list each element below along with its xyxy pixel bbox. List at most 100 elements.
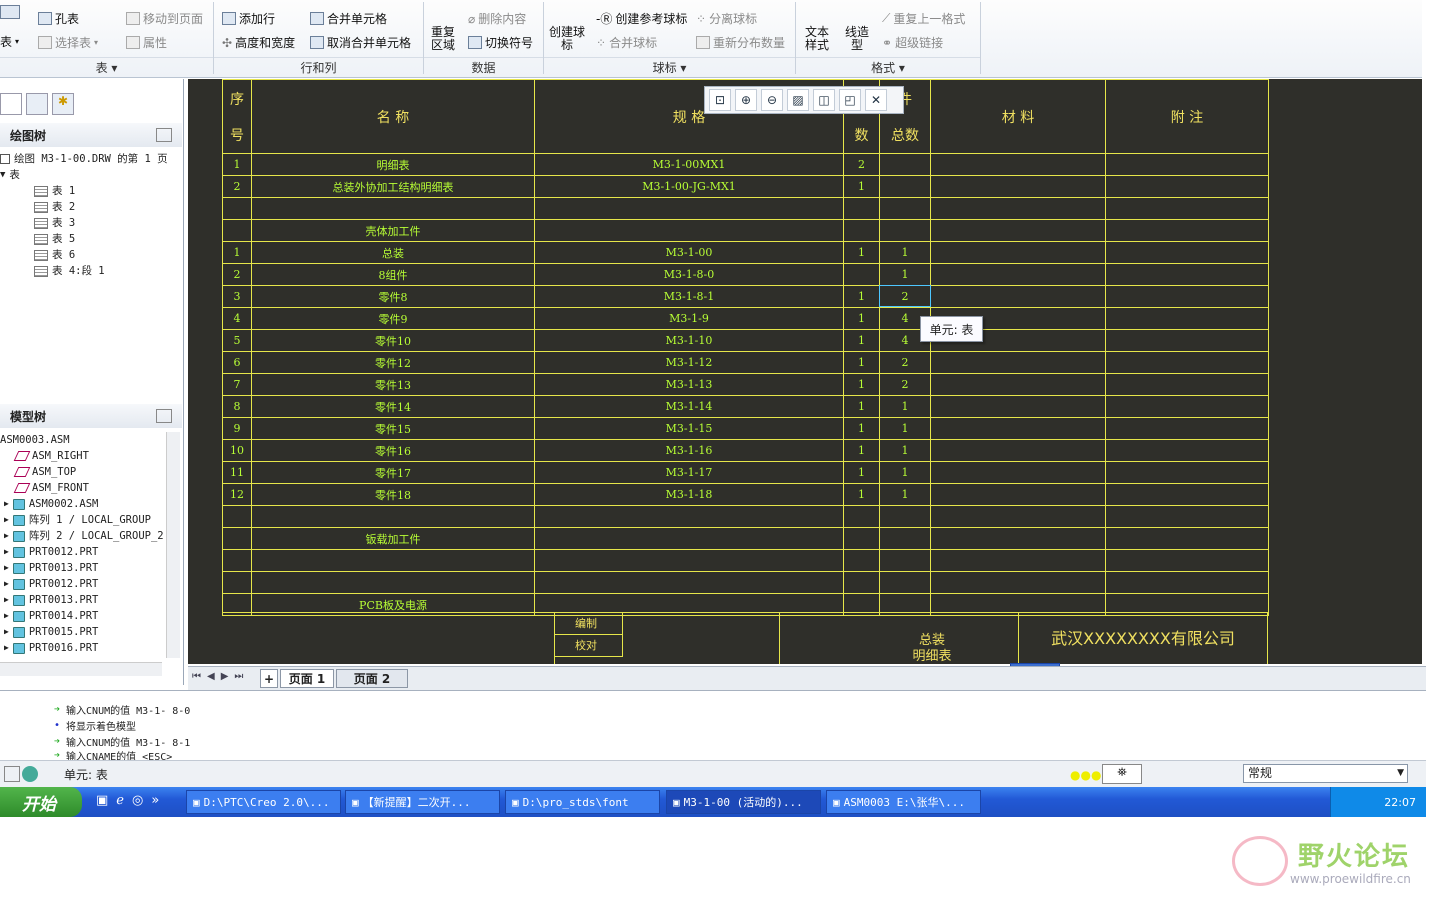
table-cell[interactable]: 1 xyxy=(843,307,880,330)
line-style-button[interactable]: 线造 型 xyxy=(842,26,872,52)
table-cell[interactable] xyxy=(879,527,931,550)
table-cell[interactable] xyxy=(534,505,844,528)
taskbar-item[interactable]: ▣ ASM0003 E:\张华\... xyxy=(826,790,981,814)
table-cell[interactable]: M3-1-18 xyxy=(534,483,844,506)
table-cell[interactable]: M3-1-8-0 xyxy=(534,263,844,286)
start-button[interactable]: 开始 xyxy=(0,787,82,817)
table-cell[interactable] xyxy=(930,373,1106,396)
quick-launch-icons[interactable]: ▣ℯ◎» xyxy=(96,793,167,808)
table-cell[interactable]: 1 xyxy=(879,263,931,286)
table-cell[interactable]: 1 xyxy=(843,241,880,264)
table-cell[interactable] xyxy=(251,549,535,572)
table-cell[interactable] xyxy=(1105,549,1269,572)
table-cell[interactable] xyxy=(1105,527,1269,550)
table-cell[interactable] xyxy=(1105,373,1269,396)
table-cell[interactable]: 2 xyxy=(843,153,880,176)
model-tree-item[interactable]: ASM_FRONT xyxy=(0,480,165,496)
table-cell[interactable]: 2 xyxy=(222,263,252,286)
table-cell[interactable] xyxy=(930,197,1106,220)
model-tree-item[interactable]: ▶ PRT0013.PRT xyxy=(0,592,165,608)
table-cell[interactable]: 零件14 xyxy=(251,395,535,418)
table-cell[interactable]: M3-1-00 xyxy=(534,241,844,264)
model-tree-item[interactable]: ▶ PRT0012.PRT xyxy=(0,544,165,560)
table-cell[interactable]: 1 xyxy=(843,439,880,462)
table-cell[interactable]: 1 xyxy=(879,483,931,506)
table-cell[interactable]: 1 xyxy=(843,175,880,198)
group-format[interactable]: 格式 ▾ xyxy=(796,57,980,77)
drawing-tree-root[interactable]: 绘图 M3-1-00.DRW 的第 1 页 xyxy=(0,151,168,167)
table-cell[interactable]: 10 xyxy=(222,439,252,462)
table-cell[interactable] xyxy=(1105,505,1269,528)
table-cell[interactable]: M3-1-10 xyxy=(534,329,844,352)
table-dropdown[interactable]: 表 ▾ xyxy=(0,33,19,50)
repeat-region-button[interactable]: 重复 区域 xyxy=(428,26,458,52)
delete-content-button[interactable]: ⌀ 删除内容 xyxy=(468,10,526,27)
table-cell[interactable] xyxy=(843,527,880,550)
select-table-button[interactable]: 选择表 ▾ xyxy=(38,34,98,51)
table-cell[interactable]: 零件16 xyxy=(251,439,535,462)
table-cell[interactable] xyxy=(930,417,1106,440)
model-tree-item[interactable]: ASM_TOP xyxy=(0,464,165,480)
edit-cell[interactable]: 编制 xyxy=(555,613,623,635)
table-cell[interactable] xyxy=(1105,263,1269,286)
model-tree-item[interactable]: ▶ 阵列 2 / LOCAL_GROUP_2 xyxy=(0,528,165,544)
table-cell[interactable]: 总装 xyxy=(251,241,535,264)
model-tree-item[interactable]: ASM_RIGHT xyxy=(0,448,165,464)
header-material[interactable]: 材 料 xyxy=(930,79,1106,154)
layers-tab-icon[interactable] xyxy=(26,93,48,115)
table-cell[interactable]: 1 xyxy=(879,439,931,462)
table-cell[interactable] xyxy=(930,219,1106,242)
table-cell[interactable] xyxy=(534,197,844,220)
table-cell[interactable] xyxy=(930,527,1106,550)
table-cell[interactable] xyxy=(930,483,1106,506)
model-tree-item[interactable]: ▶ PRT0014.PRT xyxy=(0,608,165,624)
table-cell[interactable]: 1 xyxy=(879,241,931,264)
table-cell[interactable] xyxy=(1105,219,1269,242)
taskbar-item[interactable]: ▣ D:\PTC\Creo 2.0\... xyxy=(186,790,341,814)
table-cell[interactable]: 1 xyxy=(843,483,880,506)
table-cell[interactable] xyxy=(222,549,252,572)
model-tree-item[interactable]: ▶ PRT0012.PRT xyxy=(0,576,165,592)
table-cell[interactable] xyxy=(1105,175,1269,198)
table-cell[interactable]: 8组件 xyxy=(251,263,535,286)
table-cell[interactable]: M3-1-00MX1 xyxy=(534,153,844,176)
tree-settings-icon[interactable] xyxy=(156,128,172,142)
table-cell[interactable] xyxy=(879,549,931,572)
tab-page-1[interactable]: 页面 1 xyxy=(280,669,334,688)
table-cell[interactable]: 零件12 xyxy=(251,351,535,374)
table-cell[interactable]: M3-1-13 xyxy=(534,373,844,396)
table-cell[interactable]: 1 xyxy=(222,241,252,264)
model-tree-item[interactable]: ▶ PRT0016.PRT xyxy=(0,640,165,656)
model-tree-item[interactable]: ▶ 阵列 1 / LOCAL_GROUP xyxy=(0,512,165,528)
header-name[interactable]: 名 称 xyxy=(251,79,535,154)
drawing-tree-item[interactable]: 表 3 xyxy=(0,215,168,231)
drawing-name[interactable]: 总装 明细表 xyxy=(882,633,982,664)
table-cell[interactable]: 1 xyxy=(843,395,880,418)
company-name[interactable]: 武汉XXXXXXXX有限公司 xyxy=(1018,613,1268,664)
table-cell[interactable]: M3-1-16 xyxy=(534,439,844,462)
table-cell[interactable] xyxy=(879,197,931,220)
find-icon[interactable]: ⛯ xyxy=(1102,764,1142,784)
table-cell[interactable] xyxy=(930,461,1106,484)
table-cell[interactable] xyxy=(534,571,844,594)
taskbar-item[interactable]: ▣ D:\pro_stds\font xyxy=(505,790,660,814)
table-cell[interactable] xyxy=(930,175,1106,198)
create-ref-balloon-button[interactable]: -Ⓡ 创建参考球标 xyxy=(596,10,687,27)
table-cell[interactable] xyxy=(930,395,1106,418)
table-cell[interactable] xyxy=(1105,483,1269,506)
group-balloon[interactable]: 球标 ▾ xyxy=(544,57,795,77)
filter-select[interactable]: 常规 ▼ xyxy=(1243,764,1408,783)
table-cell[interactable]: 1 xyxy=(222,153,252,176)
model-icon[interactable] xyxy=(22,766,38,782)
hide-icon[interactable]: ✕ xyxy=(865,89,887,111)
table-cell[interactable] xyxy=(1105,439,1269,462)
bom-table[interactable]: 序 号 名 称 规 格 数 件 总数 材 料 附 注 1 明细表 M3-1-00MX… xyxy=(222,79,1269,616)
table-cell[interactable]: 8 xyxy=(222,395,252,418)
table-cell[interactable] xyxy=(930,153,1106,176)
table-cell[interactable] xyxy=(222,527,252,550)
annotation-display-icon[interactable]: ◰ xyxy=(839,89,861,111)
table-cell[interactable] xyxy=(534,219,844,242)
table-cell[interactable]: 钣载加工件 xyxy=(251,527,535,550)
table-cell[interactable] xyxy=(534,549,844,572)
table-cell[interactable] xyxy=(930,549,1106,572)
